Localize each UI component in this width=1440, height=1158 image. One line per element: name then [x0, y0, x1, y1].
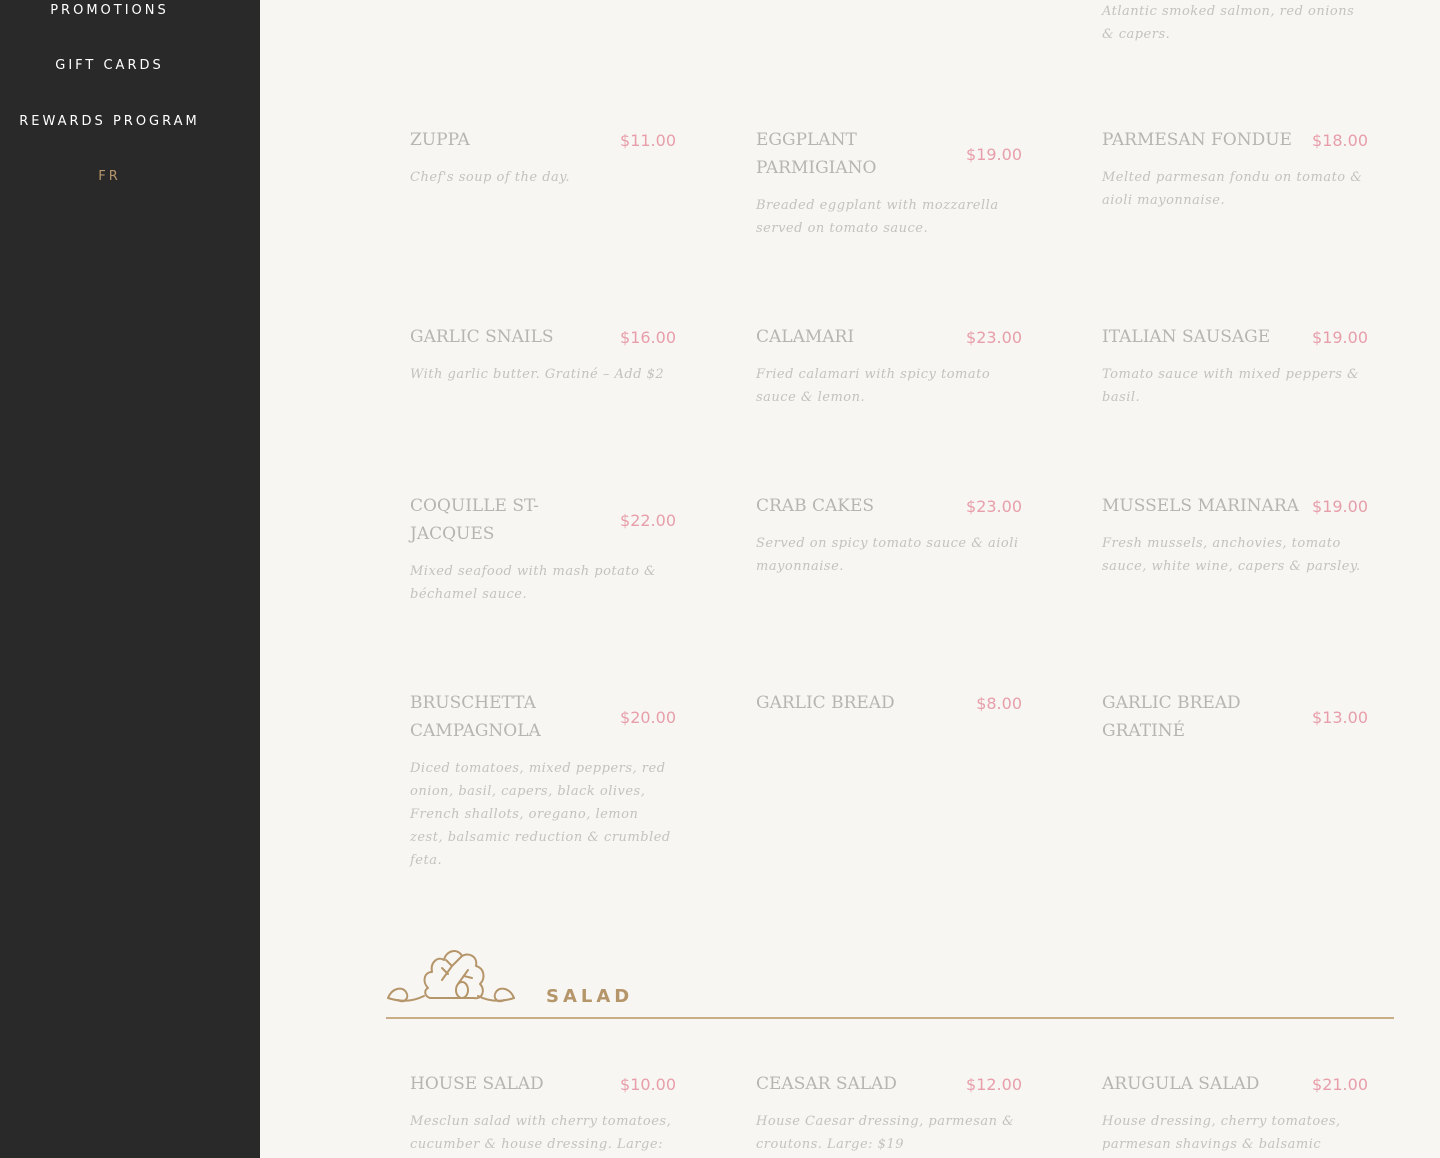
item-description: Melted parmesan fondu on tomato & aioli … — [1102, 170, 1363, 208]
item-price: $23.00 — [966, 327, 1022, 347]
menu-item: PARMESAN FONDUE $18.00 Melted parmesan f… — [1102, 126, 1368, 212]
sidebar: PROMOTIONS GIFT CARDS REWARDS PROGRAM FR — [0, 0, 260, 1158]
item-price: $13.00 — [1312, 707, 1368, 727]
item-description: Served on spicy tomato sauce & aioli may… — [756, 536, 1019, 574]
item-name: GARLIC BREAD — [756, 693, 895, 713]
menu-item: MUSSELS MARINARA $19.00 Fresh mussels, a… — [1102, 492, 1368, 578]
language-toggle-fr[interactable]: FR — [0, 169, 219, 184]
salad-section-header: SALAD — [386, 930, 1394, 1020]
item-price: $23.00 — [966, 496, 1022, 516]
menu-item: CEASAR SALAD $12.00 House Caesar dressin… — [756, 1070, 1022, 1156]
menu-item: EGGPLANT PARMIGIANO $19.00 Breaded eggpl… — [756, 126, 1022, 240]
menu-item: ZUPPA $11.00 Chef's soup of the day. — [410, 126, 676, 189]
menu-item: CRAB CAKES $23.00 Served on spicy tomato… — [756, 492, 1022, 578]
item-price: $19.00 — [1312, 496, 1368, 516]
item-name: ZUPPA — [410, 130, 470, 150]
menu-item: CALAMARI $23.00 Fried calamari with spic… — [756, 323, 1022, 409]
item-price: $16.00 — [620, 327, 676, 347]
item-description: House dressing, cherry tomatoes, parmesa… — [1102, 1114, 1341, 1152]
partial-item-description: Atlantic smoked salmon, red onions & cap… — [1102, 4, 1355, 42]
nav-promotions[interactable]: PROMOTIONS — [0, 3, 219, 18]
item-name: CEASAR SALAD — [756, 1074, 897, 1094]
menu-item: GARLIC BREAD $8.00 — [756, 689, 1022, 717]
item-name: PARMESAN FONDUE — [1102, 130, 1292, 150]
menu-item: GARLIC SNAILS $16.00 With garlic butter.… — [410, 323, 676, 386]
item-price: $20.00 — [620, 707, 676, 727]
item-price: $10.00 — [620, 1074, 676, 1094]
item-name: ITALIAN SAUSAGE — [1102, 327, 1271, 347]
item-price: $19.00 — [1312, 327, 1368, 347]
item-description: Mixed seafood with mash potato & béchame… — [410, 564, 657, 602]
nav-rewards-program[interactable]: REWARDS PROGRAM — [0, 114, 219, 129]
item-description: Breaded eggplant with mozzarella served … — [756, 198, 999, 236]
item-price: $8.00 — [976, 693, 1022, 713]
nav-gift-cards[interactable]: GIFT CARDS — [0, 58, 219, 73]
item-price: $11.00 — [620, 130, 676, 150]
section-divider — [386, 1017, 1394, 1019]
item-name: EGGPLANT PARMIGIANO — [756, 130, 877, 178]
item-name: CRAB CAKES — [756, 496, 875, 516]
menu-item: GARLIC BREAD GRATINÉ $13.00 — [1102, 689, 1368, 745]
item-description: Chef's soup of the day. — [410, 170, 571, 185]
item-description: Diced tomatoes, mixed peppers, red onion… — [410, 761, 671, 868]
item-name: CALAMARI — [756, 327, 855, 347]
menu-item: HOUSE SALAD $10.00 Mesclun salad with ch… — [410, 1070, 676, 1158]
item-price: $18.00 — [1312, 130, 1368, 150]
item-price: $12.00 — [966, 1074, 1022, 1094]
item-description: With garlic butter. Gratiné – Add $2 — [410, 367, 665, 382]
item-price: $21.00 — [1312, 1074, 1368, 1094]
item-name: COQUILLE ST-JACQUES — [410, 496, 539, 544]
item-description: Fried calamari with spicy tomato sauce &… — [756, 367, 991, 405]
salad-leaf-icon — [387, 950, 515, 1003]
item-name: GARLIC SNAILS — [410, 327, 554, 347]
item-price: $19.00 — [966, 144, 1022, 164]
item-description: House Caesar dressing, parmesan & crouto… — [756, 1114, 1015, 1152]
item-name: MUSSELS MARINARA — [1102, 496, 1299, 516]
menu-item: ARUGULA SALAD $21.00 House dressing, che… — [1102, 1070, 1368, 1156]
item-description: Mesclun salad with cherry tomatoes, cucu… — [410, 1114, 672, 1152]
item-price: $22.00 — [620, 510, 676, 530]
menu-item: ITALIAN SAUSAGE $19.00 Tomato sauce with… — [1102, 323, 1368, 409]
item-name: ARUGULA SALAD — [1102, 1074, 1260, 1094]
menu-content: Atlantic smoked salmon, red onions & cap… — [260, 0, 1440, 1158]
section-title-salad: SALAD — [546, 986, 634, 1007]
item-name: BRUSCHETTA CAMPAGNOLA — [410, 693, 541, 741]
item-description: Tomato sauce with mixed peppers & basil. — [1102, 367, 1360, 405]
menu-item: COQUILLE ST-JACQUES $22.00 Mixed seafood… — [410, 492, 676, 606]
menu-item: BRUSCHETTA CAMPAGNOLA $20.00 Diced tomat… — [410, 689, 676, 872]
item-description: Fresh mussels, anchovies, tomato sauce, … — [1102, 536, 1361, 574]
item-name: HOUSE SALAD — [410, 1074, 544, 1094]
item-name: GARLIC BREAD GRATINÉ — [1102, 693, 1241, 741]
